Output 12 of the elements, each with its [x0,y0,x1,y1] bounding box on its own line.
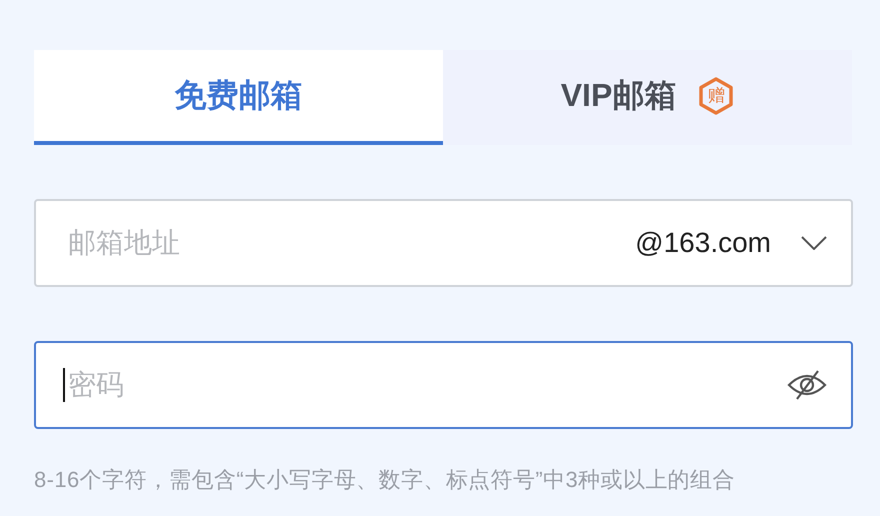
email-input[interactable]: 邮箱地址 [68,227,636,259]
domain-select[interactable]: @163.com [635,227,771,259]
tab[interactable]: VIP邮箱 赠 [443,50,852,145]
text-cursor [63,368,65,402]
password-input[interactable]: 密码 [68,369,787,401]
password-hint: 8-16个字符，需包含“大小写字母、数字、标点符号”中3种或以上的组合 [34,466,736,494]
password-field[interactable]: 密码 [34,341,853,429]
email-field[interactable]: 邮箱地址 @163.com [34,199,853,287]
tab[interactable]: 免费邮箱 [34,50,443,145]
gift-badge: 赠 [698,76,734,114]
chevron-down-icon[interactable] [801,236,827,250]
eye-slash-icon[interactable] [787,370,827,400]
